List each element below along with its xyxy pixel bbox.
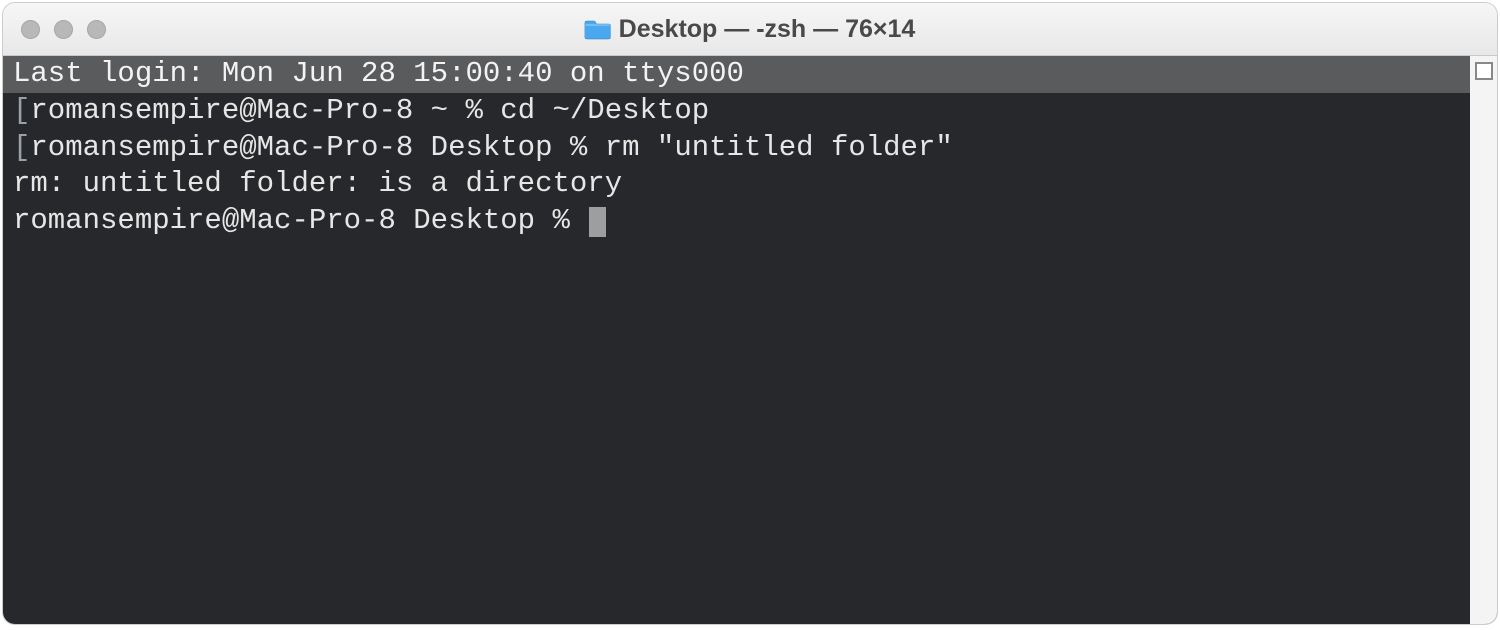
scrollbar[interactable] [1470, 56, 1497, 624]
window-title: Desktop — -zsh — 76×14 [619, 15, 916, 44]
scroll-indicator-icon [1475, 62, 1493, 80]
folder-icon [585, 18, 611, 40]
prompt-bracket-left: [ [13, 131, 30, 164]
close-button[interactable] [21, 20, 40, 39]
terminal-window: Desktop — -zsh — 76×14 Last login: Mon J… [3, 3, 1497, 624]
maximize-button[interactable] [87, 20, 106, 39]
traffic-lights [21, 20, 106, 39]
terminal-content[interactable]: Last login: Mon Jun 28 15:00:40 on ttys0… [3, 56, 1470, 624]
titlebar[interactable]: Desktop — -zsh — 76×14 [3, 3, 1497, 56]
command-text: rm "untitled folder" [605, 131, 953, 164]
prompt-text: romansempire@Mac-Pro-8 ~ % [30, 94, 500, 127]
last-login-line: Last login: Mon Jun 28 15:00:40 on ttys0… [3, 56, 1470, 93]
terminal-body: Last login: Mon Jun 28 15:00:40 on ttys0… [3, 56, 1497, 624]
terminal-line: [romansempire@Mac-Pro-8 ~ % cd ~/Desktop [3, 93, 1470, 130]
prompt-bracket-left: [ [13, 94, 30, 127]
prompt-text: romansempire@Mac-Pro-8 Desktop % [30, 131, 604, 164]
command-text: cd ~/Desktop [500, 94, 709, 127]
prompt-text: romansempire@Mac-Pro-8 Desktop % [13, 204, 587, 237]
cursor [589, 207, 606, 237]
terminal-line: romansempire@Mac-Pro-8 Desktop % [3, 203, 1470, 240]
minimize-button[interactable] [54, 20, 73, 39]
terminal-line: [romansempire@Mac-Pro-8 Desktop % rm "un… [3, 130, 1470, 167]
terminal-error-line: rm: untitled folder: is a directory [3, 166, 1470, 203]
window-title-area: Desktop — -zsh — 76×14 [585, 15, 916, 44]
